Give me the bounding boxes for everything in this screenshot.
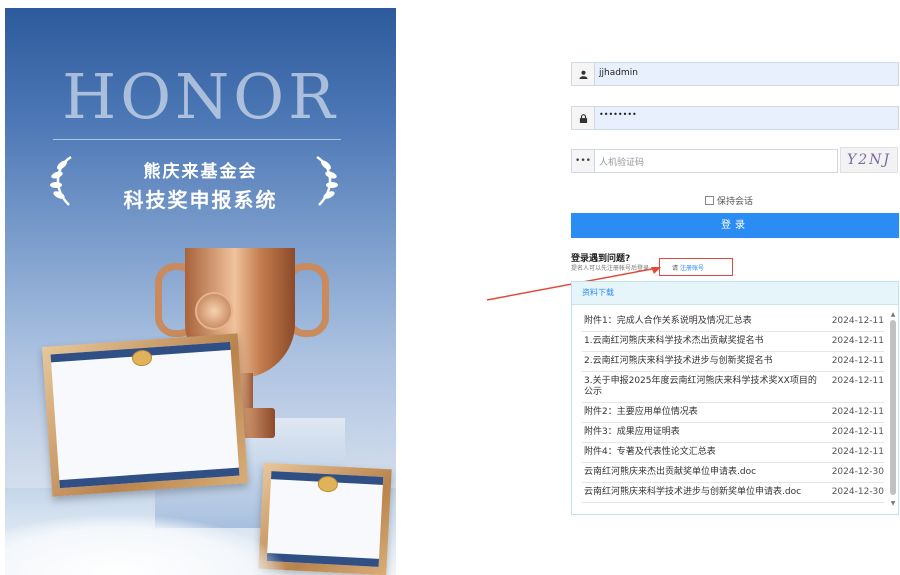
remember-session-checkbox[interactable]: 保持会话 bbox=[705, 194, 753, 207]
checkbox-icon bbox=[705, 196, 714, 205]
downloads-scrollbar[interactable]: ▲ ▼ bbox=[890, 312, 896, 507]
download-item[interactable]: 2.云南红河熊庆来科学技术进步与创新奖提名书 2024-12-11 bbox=[582, 352, 884, 372]
banner-title-line2: 科技奖申报系统 bbox=[123, 188, 278, 212]
password-field[interactable]: •••••••• bbox=[571, 106, 899, 130]
certificate-left bbox=[42, 333, 248, 497]
download-item-name[interactable]: 附件2：主要应用单位情况表 bbox=[582, 403, 820, 422]
download-item[interactable]: 3.关于申报2025年度云南红河熊庆来科学技术奖XX项目的公示 2024-12-1… bbox=[582, 372, 884, 403]
username-value: jjhadmin bbox=[599, 68, 638, 78]
download-item-date: 2024-12-11 bbox=[831, 427, 884, 437]
download-item-name[interactable]: 2.云南红河熊庆来科学技术进步与创新奖提名书 bbox=[582, 352, 820, 371]
download-item[interactable]: 附件4：专著及代表性论文汇总表 2024-12-11 bbox=[582, 443, 884, 463]
captcha-placeholder: 人机验证码 bbox=[599, 158, 645, 168]
download-item-date: 2024-12-11 bbox=[831, 356, 884, 366]
download-item-name[interactable]: 附件4：专著及代表性论文汇总表 bbox=[582, 443, 820, 462]
banner-title-line1: 熊庆来基金会 bbox=[143, 162, 258, 182]
downloads-header: 资料下载 bbox=[572, 282, 898, 305]
download-item[interactable]: 云南红河熊庆来杰出贡献奖单位申请表.doc 2024-12-30 bbox=[582, 463, 884, 483]
download-item-date: 2024-12-11 bbox=[831, 407, 884, 417]
download-item-date: 2024-12-11 bbox=[831, 316, 884, 326]
username-field[interactable]: jjhadmin bbox=[571, 62, 899, 86]
download-item[interactable]: 附件3：成果应用证明表 2024-12-11 bbox=[582, 423, 884, 443]
password-mask: •••••••• bbox=[599, 110, 637, 119]
download-item[interactable]: 附件2：主要应用单位情况表 2024-12-11 bbox=[582, 403, 884, 423]
register-highlight-box bbox=[659, 258, 733, 276]
lock-icon bbox=[572, 107, 595, 129]
ellipsis-icon: ••• bbox=[572, 150, 595, 172]
downloads-panel: 资料下载 附件1：完成人合作关系说明及情况汇总表 2024-12-11 1.云南红河… bbox=[571, 281, 899, 515]
download-item[interactable]: 附件1：完成人合作关系说明及情况汇总表 2024-12-11 bbox=[582, 312, 884, 332]
snow-decoration bbox=[5, 515, 285, 575]
download-item-date: 2024-12-11 bbox=[831, 447, 884, 457]
scroll-up-icon[interactable]: ▲ bbox=[890, 312, 896, 318]
download-item-name[interactable]: 附件1：完成人合作关系说明及情况汇总表 bbox=[582, 312, 820, 331]
user-icon bbox=[572, 63, 595, 85]
captcha-image[interactable]: Y2NJ bbox=[840, 147, 898, 173]
download-item-date: 2024-12-30 bbox=[831, 487, 884, 497]
certificate-seal-icon bbox=[131, 349, 153, 367]
download-item-name[interactable]: 3.关于申报2025年度云南红河熊庆来科学技术奖XX项目的公示 bbox=[582, 372, 820, 402]
banner-divider bbox=[53, 139, 341, 140]
login-button[interactable]: 登录 bbox=[571, 213, 899, 238]
download-item-name[interactable]: 附件3：成果应用证明表 bbox=[582, 423, 820, 442]
download-item-name[interactable]: 云南红河熊庆来科学技术进步与创新奖单位申请表.doc bbox=[582, 483, 820, 502]
download-item[interactable]: 云南红河熊庆来科学技术进步与创新奖单位申请表.doc 2024-12-30 bbox=[582, 483, 884, 503]
scroll-thumb[interactable] bbox=[890, 320, 896, 495]
scroll-down-icon[interactable]: ▼ bbox=[890, 501, 896, 507]
honor-banner: HONOR 熊庆来基金会 科技奖申报系统 bbox=[5, 8, 396, 575]
captcha-field[interactable]: ••• 人机验证码 bbox=[571, 149, 838, 173]
trophy-medal-icon bbox=[195, 292, 233, 330]
banner-brand: HONOR bbox=[62, 60, 339, 133]
certificate-seal-icon bbox=[317, 475, 339, 493]
remember-label: 保持会话 bbox=[717, 197, 754, 207]
download-item[interactable]: 1.云南红河熊庆来科学技术杰出贡献奖提名书 2024-12-11 bbox=[582, 332, 884, 352]
download-item-name[interactable]: 1.云南红河熊庆来科学技术杰出贡献奖提名书 bbox=[582, 332, 820, 351]
download-item-date: 2024-12-30 bbox=[831, 467, 884, 477]
download-item-date: 2024-12-11 bbox=[831, 336, 884, 346]
download-item-name[interactable]: 云南红河熊庆来杰出贡献奖单位申请表.doc bbox=[582, 463, 820, 482]
downloads-list: 附件1：完成人合作关系说明及情况汇总表 2024-12-11 1.云南红河熊庆来科学… bbox=[582, 312, 884, 503]
download-item-date: 2024-12-11 bbox=[831, 376, 884, 386]
